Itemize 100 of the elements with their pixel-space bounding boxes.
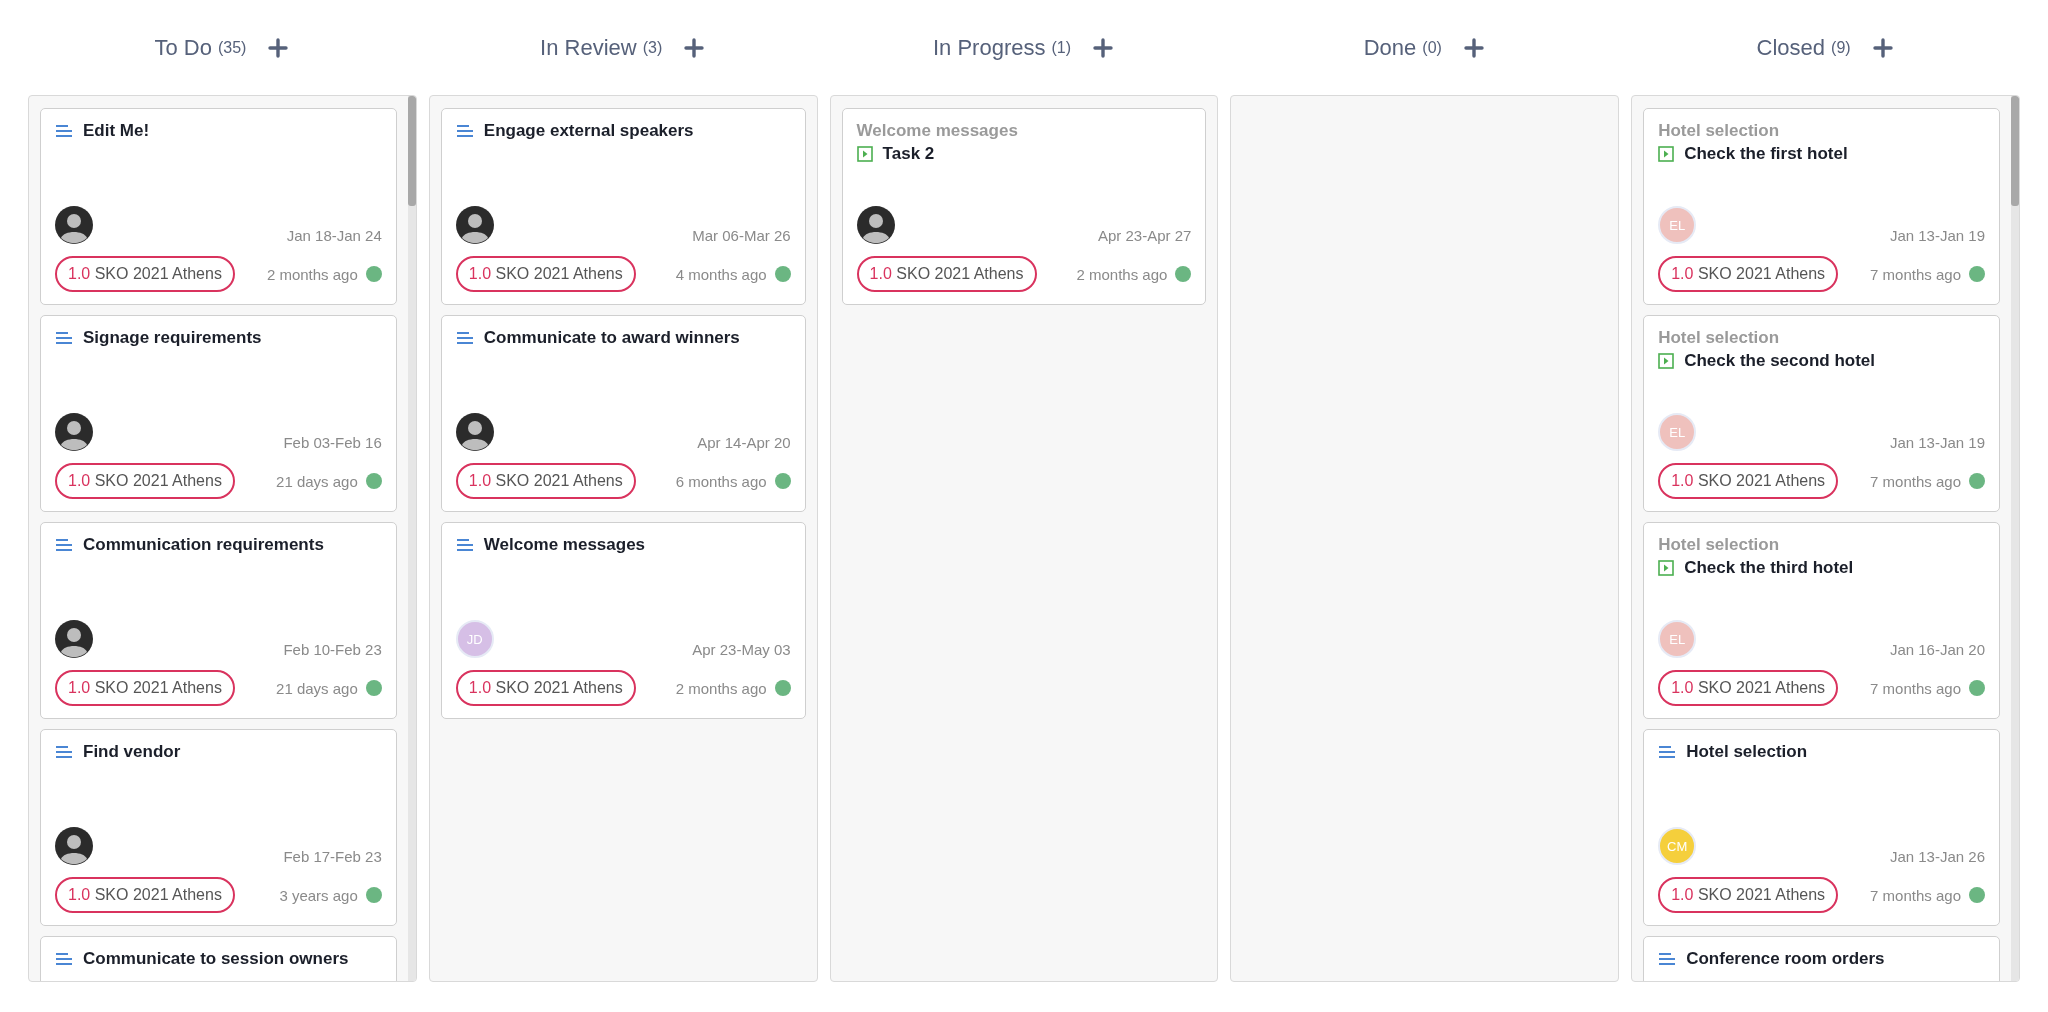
date-range: Jan 13-Jan 26 <box>1889 848 1985 865</box>
sprint-tag[interactable]: 1.0 SKO 2021 Athens <box>55 670 235 706</box>
parent-task-title: Hotel selection <box>1658 328 1781 348</box>
sprint-tag[interactable]: 1.0 SKO 2021 Athens <box>55 877 235 913</box>
task-title: Communicate to award winners <box>483 328 740 348</box>
updated-time: 2 months ago <box>266 265 358 283</box>
updated-time: 21 days ago <box>276 679 358 697</box>
sprint-tag[interactable]: 1.0 SKO 2021 Athens <box>856 256 1037 292</box>
task-card[interactable]: Communication requirements Feb 10-Feb 23 1.0 SKO 2021 Athens 21 days ago <box>40 522 397 719</box>
avatar-initials: EL <box>1658 620 1697 658</box>
task-card[interactable]: Conference room orders <box>1643 936 2000 981</box>
date-range: Apr 23-May 03 <box>692 641 791 658</box>
updated-time: 2 months ago <box>675 679 767 697</box>
column-title: In Review <box>540 34 637 61</box>
task-title: Communication requirements <box>83 535 324 555</box>
avatar-silhouette <box>55 620 93 658</box>
date-range: Apr 23-Apr 27 <box>1098 227 1192 244</box>
updated-time: 3 years ago <box>279 886 358 904</box>
card-count: (0) <box>1422 38 1442 57</box>
scrollbar[interactable] <box>407 96 416 981</box>
task-title: Conference room orders <box>1686 949 1885 969</box>
task-title: Check the first hotel <box>1684 144 1848 164</box>
task-card[interactable]: Hotel selection Check the third hotel EL Jan 16-Jan 20 1.0 SKO 2021 Athens 7 months ago <box>1643 522 2000 719</box>
task-card[interactable]: Engage external speakers Mar 06-Mar 26 1.0 SKO 2021 Athens 4 months ago <box>440 108 806 305</box>
date-range: Apr 14-Apr 20 <box>697 434 791 451</box>
avatar-silhouette <box>856 206 895 244</box>
task-title: Welcome messages <box>483 535 646 555</box>
card-count: (9) <box>1831 38 1851 57</box>
column-title: To Do <box>154 34 212 61</box>
task-title: Task 2 <box>882 144 935 164</box>
sprint-tag[interactable]: 1.0 SKO 2021 Athens <box>55 463 235 499</box>
avatar-initials: EL <box>1658 206 1697 244</box>
play-square-icon <box>1658 560 1675 576</box>
task-card[interactable]: Communicate to session owners <box>40 936 397 981</box>
task-title: Check the third hotel <box>1684 558 1854 578</box>
updated-time: 2 months ago <box>1076 265 1168 283</box>
sprint-tag[interactable]: 1.0 SKO 2021 Athens <box>1658 256 1839 292</box>
lines-icon <box>455 124 474 138</box>
task-card[interactable]: Signage requirements Feb 03-Feb 16 1.0 SKO 2021 Athens 21 days ago <box>40 315 397 512</box>
avatar-initials: EL <box>1658 413 1697 451</box>
add-card-button[interactable] <box>266 35 291 60</box>
date-range: Feb 03-Feb 16 <box>283 434 382 451</box>
lines-icon <box>55 952 73 966</box>
updated-time: 7 months ago <box>1870 886 1961 904</box>
date-range: Jan 13-Jan 19 <box>1889 434 1985 451</box>
add-card-button[interactable] <box>682 35 707 60</box>
plus-icon <box>1093 37 1113 58</box>
task-title: Hotel selection <box>1686 742 1808 762</box>
date-range: Jan 13-Jan 19 <box>1889 227 1985 244</box>
add-card-button[interactable] <box>1461 35 1486 60</box>
task-card[interactable]: Communicate to award winners Apr 14-Apr 20 1.0 SKO 2021 Athens 6 months ago <box>440 315 806 512</box>
lines-icon <box>455 331 474 345</box>
play-square-icon <box>1658 353 1675 369</box>
date-range: Feb 10-Feb 23 <box>283 641 382 658</box>
parent-task-title: Welcome messages <box>856 121 1019 141</box>
avatar-silhouette <box>55 413 93 451</box>
task-card[interactable]: Edit Me! Jan 18-Jan 24 1.0 SKO 2021 Athens 2 months ago <box>40 108 397 305</box>
sprint-tag[interactable]: 1.0 SKO 2021 Athens <box>1658 877 1839 913</box>
scrollbar[interactable] <box>2011 96 2019 981</box>
updated-time: 7 months ago <box>1870 472 1961 490</box>
column-title: Closed <box>1756 34 1826 61</box>
sprint-tag[interactable]: 1.0 SKO 2021 Athens <box>55 256 235 292</box>
add-card-button[interactable] <box>1091 35 1115 60</box>
play-square-icon <box>1658 146 1675 162</box>
column-title: Done <box>1363 34 1417 61</box>
sprint-tag[interactable]: 1.0 SKO 2021 Athens <box>455 670 636 706</box>
play-square-icon <box>856 146 873 162</box>
avatar-initials: JD <box>455 620 494 658</box>
avatar-silhouette <box>55 827 93 865</box>
avatar-silhouette <box>55 206 93 244</box>
date-range: Feb 17-Feb 23 <box>283 848 382 865</box>
plus-icon <box>268 37 289 58</box>
lines-icon <box>55 745 73 759</box>
card-count: (35) <box>217 38 247 57</box>
plus-icon <box>1463 37 1484 58</box>
plus-icon <box>684 37 705 58</box>
task-card[interactable]: Welcome messages Task 2 Apr 23-Apr 27 1.0 SKO 2021 Athens 2 months ago <box>841 108 1207 305</box>
task-title: Communicate to session owners <box>83 949 349 969</box>
sprint-tag[interactable]: 1.0 SKO 2021 Athens <box>455 463 636 499</box>
task-title: Check the second hotel <box>1684 351 1875 371</box>
lines-icon <box>55 124 73 138</box>
task-card[interactable]: Welcome messages JD Apr 23-May 03 1.0 SKO 2021 Athens 2 months ago <box>440 522 806 719</box>
date-range: Jan 18-Jan 24 <box>286 227 382 244</box>
avatar-silhouette <box>455 413 494 451</box>
add-card-button[interactable] <box>1870 35 1895 60</box>
task-card[interactable]: Hotel selection CM Jan 13-Jan 26 1.0 SKO 2021 Athens 7 months ago <box>1643 729 2000 926</box>
lines-icon <box>455 538 474 552</box>
updated-time: 7 months ago <box>1870 679 1961 697</box>
task-title: Signage requirements <box>83 328 262 348</box>
date-range: Mar 06-Mar 26 <box>692 227 791 244</box>
task-card[interactable]: Hotel selection Check the first hotel EL Jan 13-Jan 19 1.0 SKO 2021 Athens 7 months ago <box>1643 108 2000 305</box>
card-count: (3) <box>642 38 663 57</box>
task-card[interactable]: Find vendor Feb 17-Feb 23 1.0 SKO 2021 Athens 3 years ago <box>40 729 397 926</box>
task-card[interactable]: Hotel selection Check the second hotel EL Jan 13-Jan 19 1.0 SKO 2021 Athens 7 months ago <box>1643 315 2000 512</box>
sprint-tag[interactable]: 1.0 SKO 2021 Athens <box>455 256 636 292</box>
sprint-tag[interactable]: 1.0 SKO 2021 Athens <box>1658 670 1839 706</box>
updated-time: 21 days ago <box>276 472 358 490</box>
avatar-silhouette <box>455 206 494 244</box>
date-range: Jan 16-Jan 20 <box>1889 641 1985 658</box>
sprint-tag[interactable]: 1.0 SKO 2021 Athens <box>1658 463 1839 499</box>
